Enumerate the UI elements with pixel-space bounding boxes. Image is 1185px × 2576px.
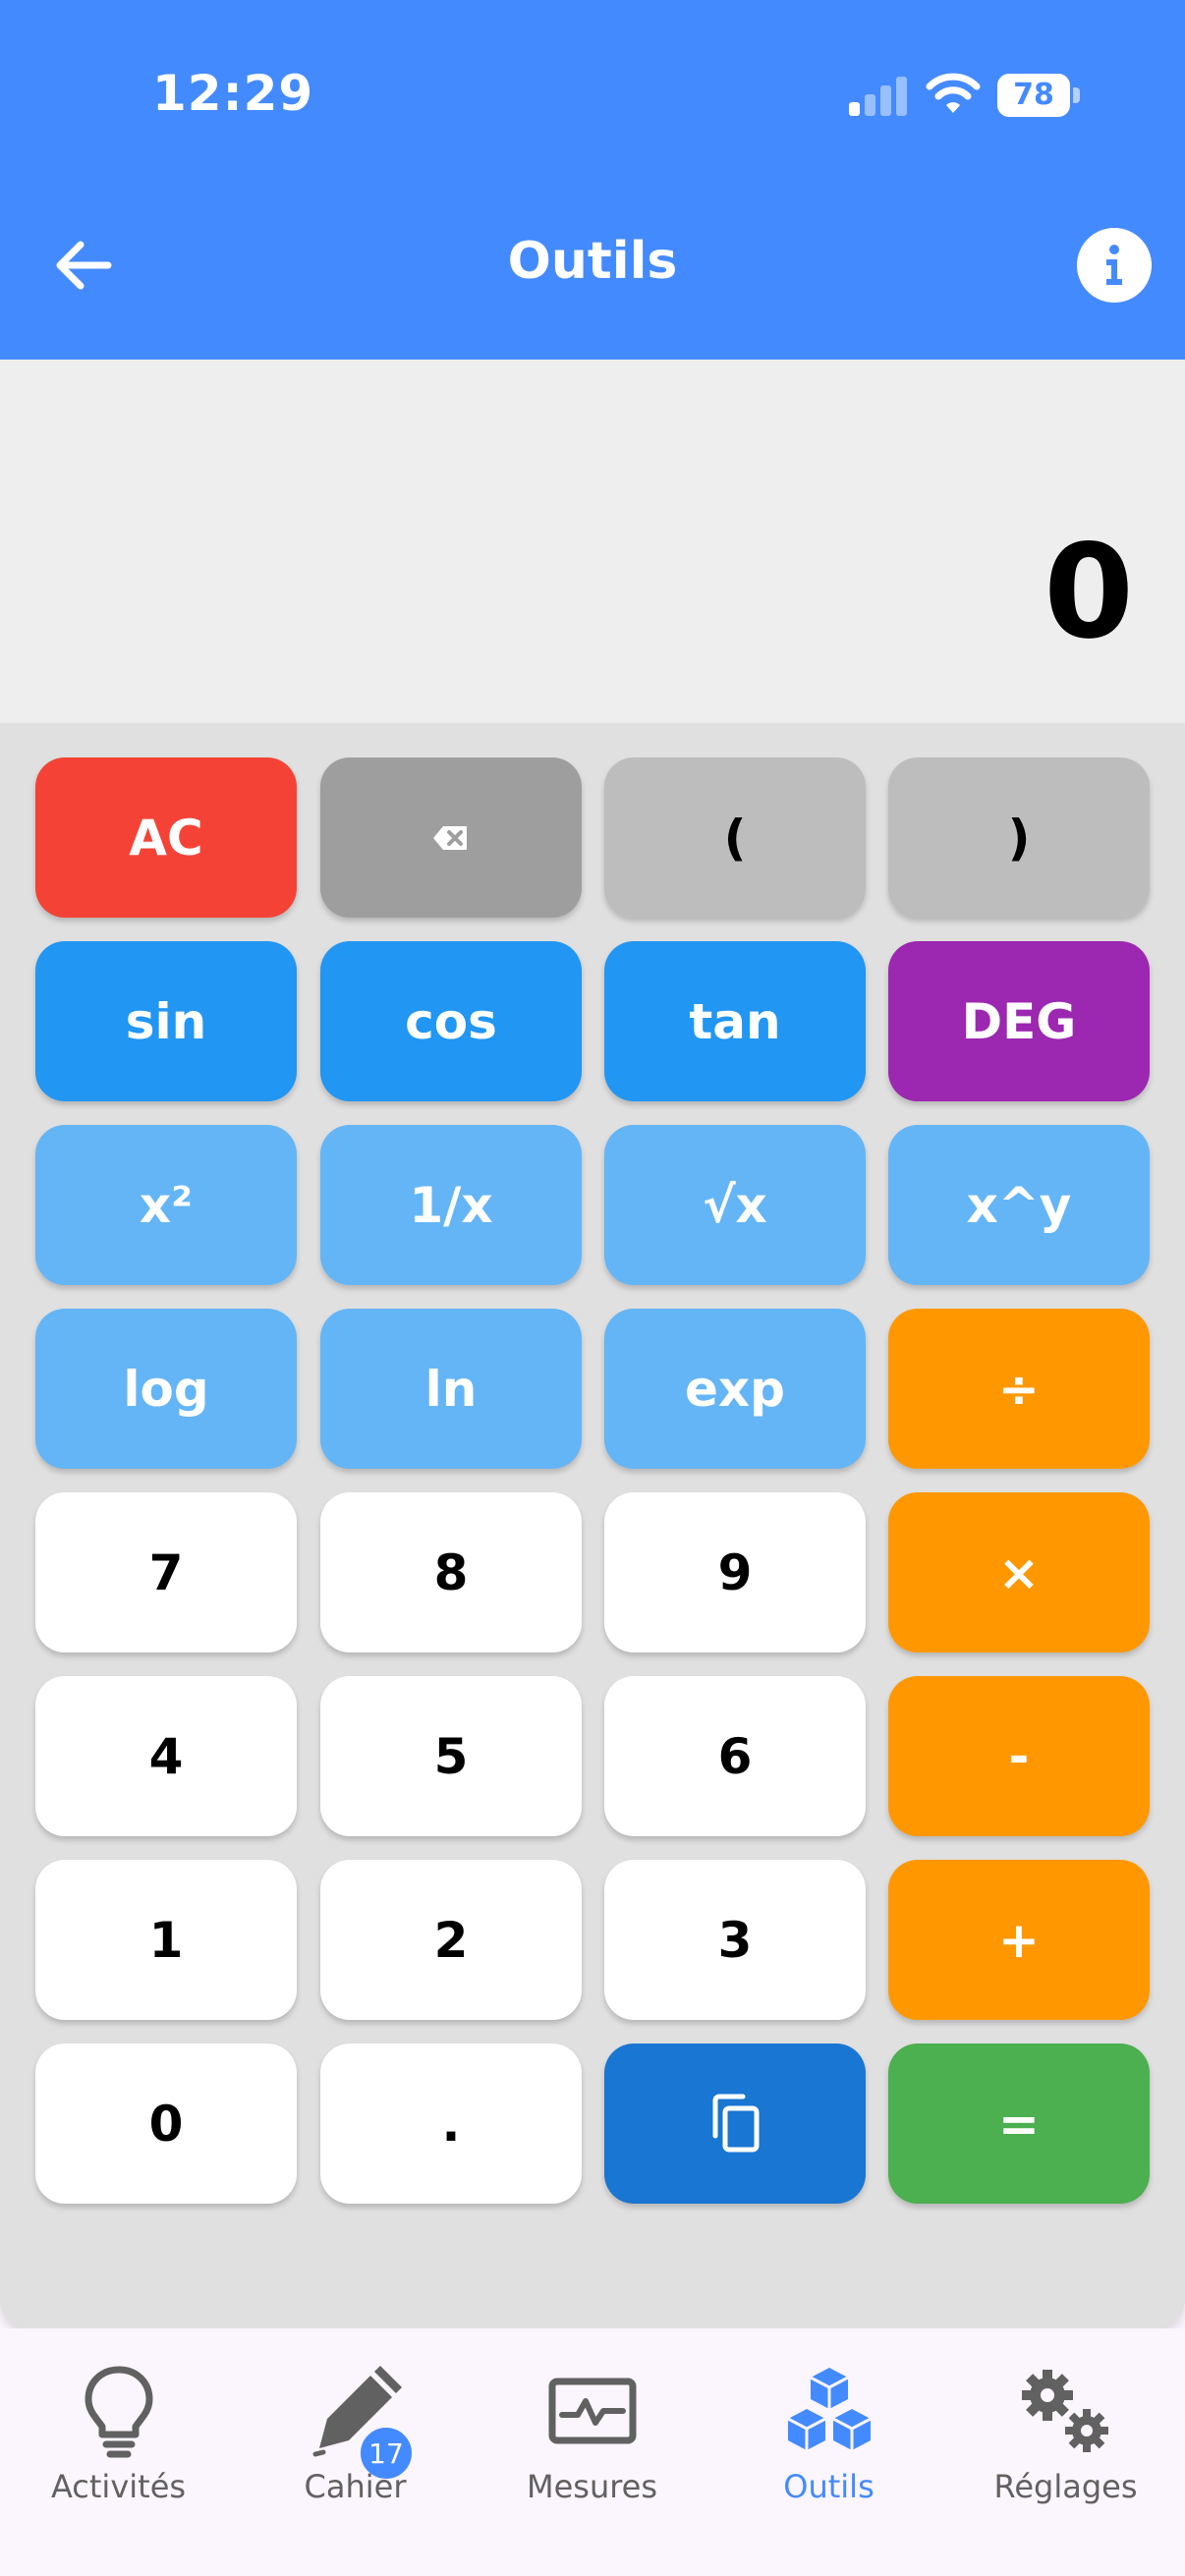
digit-1-button[interactable]: 1 — [35, 1860, 297, 2020]
nav-label-activites: Activités — [50, 2468, 187, 2505]
angle-mode-button[interactable]: DEG — [888, 941, 1150, 1101]
equals-button[interactable]: = — [888, 2044, 1150, 2204]
plus-button[interactable]: + — [888, 1860, 1150, 2020]
cubes-icon — [786, 2368, 872, 2450]
wifi-icon — [926, 73, 981, 113]
minus-button[interactable]: - — [888, 1676, 1150, 1836]
status-time: 12:29 — [152, 65, 314, 122]
battery-icon: 78 — [997, 74, 1080, 117]
backspace-button[interactable] — [320, 757, 582, 918]
exp-button[interactable]: exp — [604, 1309, 866, 1469]
decimal-button[interactable]: . — [320, 2044, 582, 2204]
digit-9-button[interactable]: 9 — [604, 1492, 866, 1652]
nav-label-cahier: Cahier — [304, 2468, 407, 2505]
nav-label-reglages: Réglages — [993, 2468, 1138, 2505]
digit-4-button[interactable]: 4 — [35, 1676, 297, 1836]
close-paren-button[interactable]: ) — [888, 757, 1150, 918]
calculator-screen: 12:29 78 Outils 0 AC () sin cos tan DEG… — [0, 0, 1185, 2576]
bottom-navigation: Activités 17 Cahier Mesures Outils Régla… — [0, 2328, 1185, 2576]
app-bar: 12:29 78 Outils — [0, 0, 1185, 360]
nav-item-mesures[interactable]: Mesures — [474, 2328, 710, 2576]
digit-5-button[interactable]: 5 — [320, 1676, 582, 1836]
backspace-icon — [433, 825, 467, 850]
clear-button[interactable]: AC — [35, 757, 297, 918]
nav-item-reglages[interactable]: Réglages — [947, 2328, 1184, 2576]
reciprocal-button[interactable]: 1/x — [320, 1125, 582, 1285]
log-button[interactable]: log — [35, 1309, 297, 1469]
power-button[interactable]: x^y — [888, 1125, 1150, 1285]
nav-item-activites[interactable]: Activités — [0, 2328, 237, 2576]
copy-button[interactable] — [604, 2044, 866, 2204]
nav-item-outils[interactable]: Outils — [710, 2328, 947, 2576]
sqrt-button[interactable]: √x — [604, 1125, 866, 1285]
gears-icon — [1021, 2370, 1108, 2452]
lightbulb-icon — [85, 2366, 152, 2458]
sin-button[interactable]: sin — [35, 941, 297, 1101]
display-value: 0 — [1044, 517, 1134, 668]
multiply-button[interactable]: × — [888, 1492, 1150, 1652]
open-paren-button[interactable]: ( — [604, 757, 866, 918]
battery-level: 78 — [1013, 78, 1054, 112]
info-icon[interactable] — [1077, 228, 1152, 303]
monitor-pulse-icon — [548, 2378, 636, 2444]
nav-label-outils: Outils — [783, 2468, 875, 2505]
square-button[interactable]: x² — [35, 1125, 297, 1285]
digit-8-button[interactable]: 8 — [320, 1492, 582, 1652]
cos-button[interactable]: cos — [320, 941, 582, 1101]
ln-button[interactable]: ln — [320, 1309, 582, 1469]
page-title: Outils — [507, 232, 678, 291]
digit-2-button[interactable]: 2 — [320, 1860, 582, 2020]
tan-button[interactable]: tan — [604, 941, 866, 1101]
digit-0-button[interactable]: 0 — [35, 2044, 297, 2204]
keypad: AC ( ) sin cos tan DEG x² 1/x √x x^y log… — [0, 723, 1185, 2328]
nav-label-mesures: Mesures — [526, 2468, 658, 2505]
copy-icon — [712, 2094, 760, 2152]
cellular-signal-icon — [849, 73, 908, 116]
divide-button[interactable]: ÷ — [888, 1309, 1150, 1469]
nav-item-cahier[interactable]: 17 Cahier — [237, 2328, 474, 2576]
digit-6-button[interactable]: 6 — [604, 1676, 866, 1836]
digit-3-button[interactable]: 3 — [604, 1860, 866, 2020]
digit-7-button[interactable]: 7 — [35, 1492, 297, 1652]
calculator-display: 0 — [0, 360, 1185, 723]
